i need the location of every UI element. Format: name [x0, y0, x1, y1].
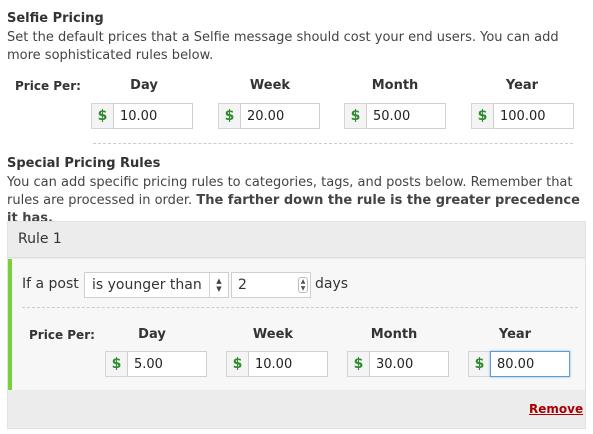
rule-price-field-week: $	[226, 351, 328, 377]
column-header-month: Month	[371, 78, 419, 93]
rule-title: Rule 1	[18, 231, 62, 247]
price-field-day: $	[91, 103, 193, 129]
selfie-pricing-title: Selfie Pricing	[7, 11, 104, 26]
rule-column-header-week: Week	[252, 327, 294, 342]
condition-select-value: is younger than	[92, 277, 202, 293]
column-header-year: Year	[505, 78, 539, 93]
currency-addon: $	[218, 103, 240, 129]
condition-number-value: 2	[238, 277, 247, 293]
rule-price-per-label: Price Per:	[29, 328, 95, 342]
currency-addon: $	[91, 103, 113, 129]
remove-rule-link[interactable]: Remove	[529, 402, 583, 416]
currency-addon: $	[344, 103, 366, 129]
currency-addon: $	[105, 351, 127, 377]
rule-price-field-month: $	[347, 351, 449, 377]
price-field-month: $	[344, 103, 446, 129]
rule-price-input-year[interactable]	[490, 351, 570, 377]
condition-unit: days	[315, 276, 349, 292]
rule-price-field-year: $	[468, 351, 570, 377]
condition-number-input[interactable]: 2 ▲ ▼	[231, 272, 311, 298]
currency-addon: $	[347, 351, 369, 377]
currency-addon: $	[471, 103, 493, 129]
price-field-week: $	[218, 103, 320, 129]
column-header-week: Week	[249, 78, 291, 93]
price-per-label: Price Per:	[15, 79, 81, 93]
price-input-month[interactable]	[366, 103, 446, 129]
price-input-week[interactable]	[240, 103, 320, 129]
rule-price-input-week[interactable]	[248, 351, 328, 377]
rule-column-header-month: Month	[370, 327, 418, 342]
rule-price-input-day[interactable]	[127, 351, 207, 377]
select-arrows-icon: ▲ ▼	[209, 273, 228, 297]
rule-column-header-year: Year	[498, 327, 532, 342]
section-divider	[93, 143, 573, 144]
condition-prefix: If a post	[22, 276, 79, 292]
rule-header[interactable]: Rule 1	[8, 222, 585, 258]
currency-addon: $	[226, 351, 248, 377]
rule-column-header-day: Day	[138, 327, 166, 342]
currency-addon: $	[468, 351, 490, 377]
special-rules-title: Special Pricing Rules	[7, 156, 161, 171]
rule-body: If a post is younger than ▲ ▼ 2 ▲ ▼ days P…	[8, 259, 585, 390]
rule-price-input-month[interactable]	[369, 351, 449, 377]
spinner-icon[interactable]: ▲ ▼	[298, 277, 308, 293]
special-rules-description: You can add specific pricing rules to ca…	[7, 174, 587, 228]
condition-select[interactable]: is younger than ▲ ▼	[84, 272, 229, 298]
rule-panel: Rule 1 If a post is younger than ▲ ▼ 2 ▲ ▼…	[7, 221, 586, 429]
price-input-year[interactable]	[493, 103, 574, 129]
column-header-day: Day	[130, 78, 158, 93]
price-field-year: $	[471, 103, 574, 129]
price-input-day[interactable]	[113, 103, 193, 129]
rule-price-field-day: $	[105, 351, 207, 377]
rule-divider	[22, 307, 578, 308]
selfie-pricing-description: Set the default prices that a Selfie mes…	[7, 30, 559, 63]
